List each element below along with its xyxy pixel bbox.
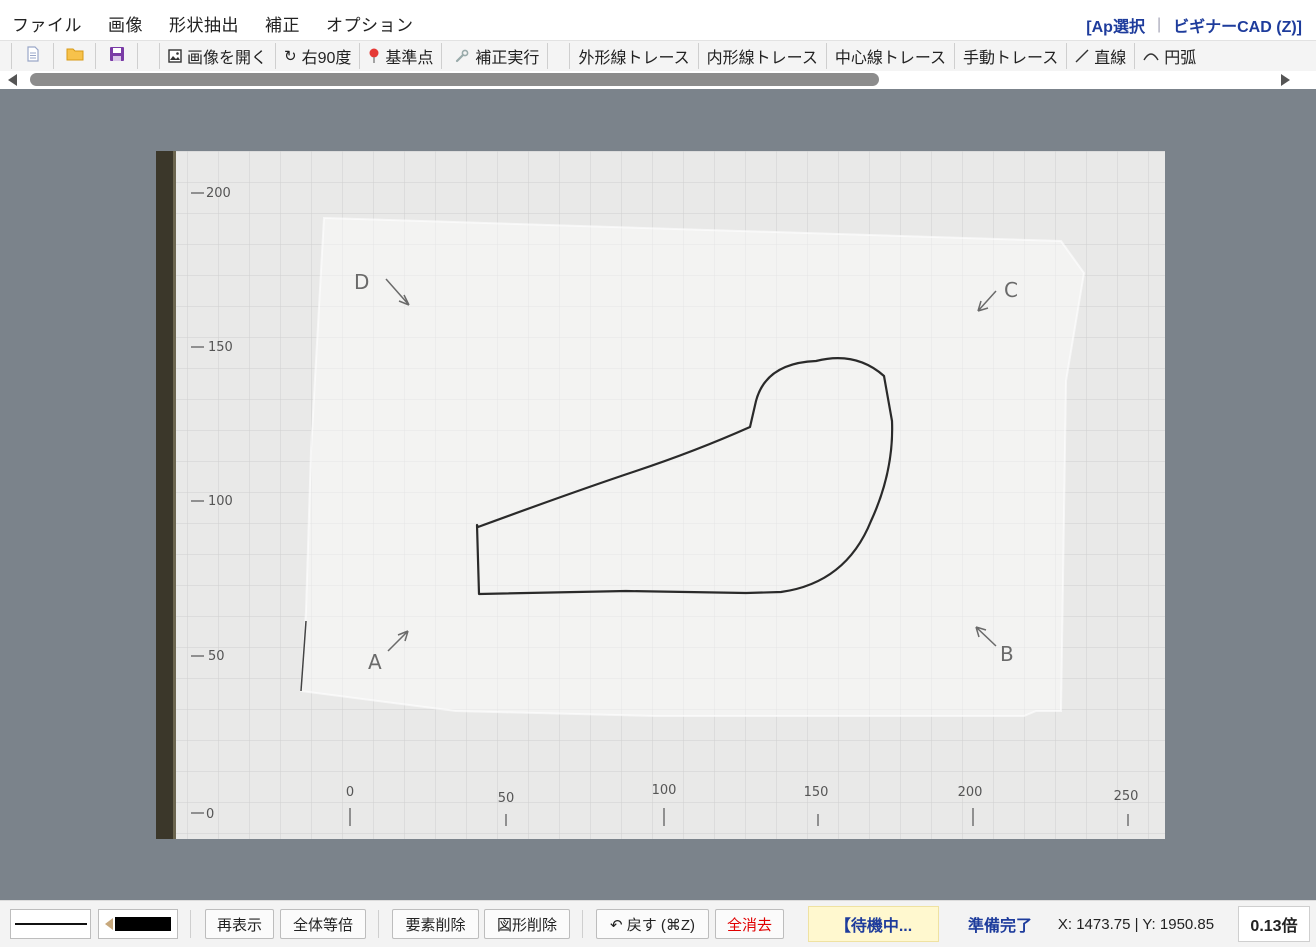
new-file-icon	[26, 45, 40, 67]
open-image-button[interactable]: 画像を開く	[160, 43, 277, 69]
toolbar-row: 画像を開く ↻ 右90度 基準点 補正実行 外形線トレース 内形線トレース 中心…	[0, 42, 1204, 70]
color-swatch	[115, 917, 171, 931]
inner-trace-button[interactable]: 内形線トレース	[699, 43, 827, 69]
delete-shape-button[interactable]: 図形削除	[484, 909, 570, 939]
save-icon	[109, 46, 125, 67]
apply-correction-label: 補正実行	[475, 50, 540, 67]
toolbar: 画像を開く ↻ 右90度 基準点 補正実行 外形線トレース 内形線トレース 中心…	[0, 41, 1316, 71]
ready-status: 準備完了	[967, 918, 1032, 935]
corner-label-a: A	[368, 650, 382, 674]
toolbar-spacer	[138, 43, 160, 69]
image-icon	[168, 49, 182, 63]
manual-trace-button[interactable]: 手動トレース	[955, 43, 1068, 69]
corner-label-b: B	[1000, 642, 1014, 666]
scroll-right-arrow-icon[interactable]	[1281, 74, 1290, 86]
ruler-left-100: 100	[208, 494, 233, 509]
toolbar-spacer-2	[548, 43, 571, 69]
wrench-icon	[454, 48, 470, 64]
clear-all-button[interactable]: 全消去	[715, 909, 784, 939]
menu-options[interactable]: オプション	[326, 11, 414, 36]
center-trace-label: 中心線トレース	[834, 50, 947, 67]
line-tool-button[interactable]: 直線	[1067, 43, 1136, 69]
beginner-cad-link[interactable]: ビギナーCAD (Z)]	[1173, 13, 1302, 37]
ruler-left-0: 0	[206, 807, 214, 822]
fit-all-button[interactable]: 全体等倍	[280, 909, 366, 939]
ruler-bottom-50: 50	[498, 791, 515, 806]
ruler-bottom-150: 150	[804, 785, 829, 800]
ref-point-label: 基準点	[385, 50, 434, 67]
menu-shape-extract[interactable]: 形状抽出	[169, 11, 239, 36]
status-divider-3	[582, 910, 583, 938]
line-icon	[1075, 49, 1089, 63]
corner-label-c: C	[1004, 278, 1018, 302]
manual-trace-label: 手動トレース	[963, 50, 1059, 67]
drawing-canvas[interactable]: D C A B 200 150 100 50 0 0 50 100 150 20…	[0, 90, 1316, 900]
undo-button[interactable]: ↶ 戻す (⌘Z)	[596, 909, 709, 939]
menu-file[interactable]: ファイル	[12, 11, 82, 36]
zoom-level[interactable]: 0.13倍	[1238, 906, 1310, 942]
cursor-coords: X: 1473.75 | Y: 1950.85	[1057, 915, 1215, 933]
toolbar-scrollbar[interactable]	[0, 71, 1316, 89]
rotate-right-button[interactable]: ↻ 右90度	[276, 43, 361, 69]
toolbar-grip	[0, 43, 12, 69]
ruler-bottom-0: 0	[346, 785, 354, 800]
line-style-preview	[14, 923, 87, 925]
menu-image[interactable]: 画像	[108, 11, 143, 36]
delete-element-button[interactable]: 要素削除	[392, 909, 479, 939]
ref-point-button[interactable]: 基準点	[360, 43, 443, 69]
ruler-bottom-250: 250	[1114, 789, 1139, 804]
ap-select-link[interactable]: [Ap選択	[1086, 13, 1145, 37]
line-color-picker[interactable]	[98, 909, 178, 939]
mode-links: [Ap選択 | ビギナーCAD (Z)]	[1086, 13, 1302, 37]
ruler-left-50: 50	[208, 649, 225, 664]
rotate-icon: ↻	[284, 48, 297, 65]
scroll-left-arrow-icon[interactable]	[8, 74, 17, 86]
status-divider-2	[378, 910, 379, 938]
corner-label-d: D	[354, 270, 369, 294]
outer-trace-button[interactable]: 外形線トレース	[570, 43, 699, 69]
status-state-box: 【待機中...	[808, 906, 939, 942]
outer-trace-label: 外形線トレース	[578, 50, 690, 67]
apply-correction-button[interactable]: 補正実行	[442, 43, 549, 69]
mode-separator: |	[1156, 16, 1162, 33]
ruler-left-200: 200	[206, 186, 231, 201]
menu-bar: ファイル 画像 形状抽出 補正 オプション [Ap選択 | ビギナーCAD (Z…	[0, 0, 1316, 41]
inner-trace-label: 内形線トレース	[706, 50, 818, 67]
folder-icon	[66, 46, 84, 66]
status-divider-1	[190, 910, 191, 938]
open-file-button[interactable]	[54, 43, 96, 69]
open-image-label: 画像を開く	[187, 50, 268, 67]
arc-tool-label: 円弧	[1164, 50, 1197, 67]
ruler-bottom-200: 200	[958, 785, 983, 800]
scroll-thumb[interactable]	[30, 73, 879, 86]
line-tool-label: 直線	[1094, 50, 1127, 67]
redraw-button[interactable]: 再表示	[205, 909, 274, 939]
center-trace-button[interactable]: 中心線トレース	[827, 43, 956, 69]
ruler-bottom-100: 100	[652, 783, 677, 798]
line-style-select[interactable]	[10, 909, 91, 939]
save-button[interactable]	[96, 43, 138, 69]
rotate-right-label: 右90度	[301, 50, 352, 67]
pin-icon	[368, 48, 380, 64]
ruler-left-150: 150	[208, 340, 233, 355]
arc-tool-button[interactable]: 円弧	[1135, 43, 1204, 69]
toolbar-more	[1296, 42, 1316, 70]
status-bar: 再表示 全体等倍 要素削除 図形削除 ↶ 戻す (⌘Z) 全消去 【待機中...…	[0, 900, 1316, 947]
arc-icon	[1143, 51, 1159, 61]
scanned-image[interactable]: D C A B 200 150 100 50 0 0 50 100 150 20…	[156, 151, 1165, 844]
color-arrow-icon	[105, 918, 113, 930]
menu-items: ファイル 画像 形状抽出 補正 オプション	[12, 11, 440, 36]
new-file-button[interactable]	[12, 43, 54, 69]
menu-correction[interactable]: 補正	[265, 11, 300, 36]
